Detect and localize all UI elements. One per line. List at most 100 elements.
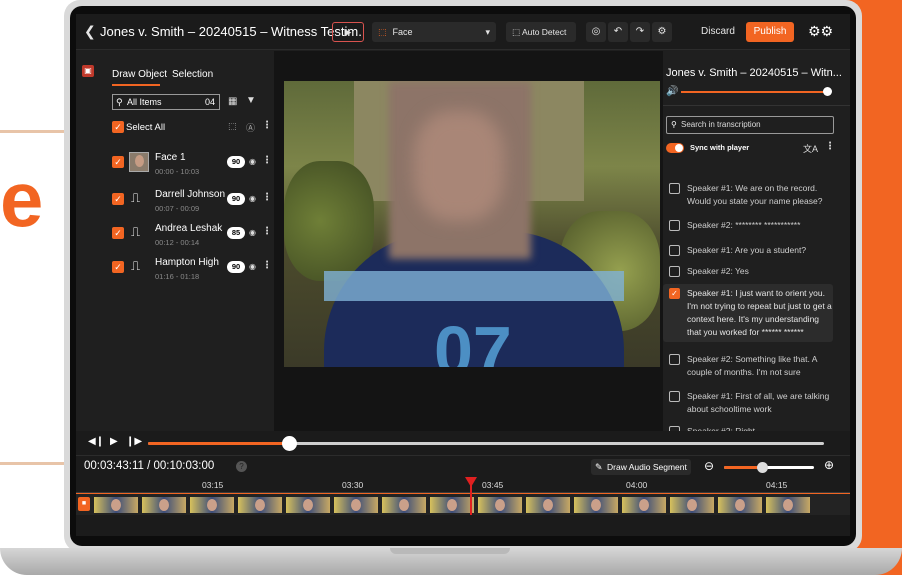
transcript-search-input[interactable]: ⚲ Search in transcription [666, 116, 834, 134]
eye-icon[interactable]: ◉ [249, 262, 256, 271]
film-frame [430, 497, 474, 513]
filter-icon[interactable]: ▼ [246, 95, 256, 106]
timeline-ruler[interactable]: 03:15 03:30 03:45 04:00 04:15 [76, 477, 850, 493]
eye-icon[interactable]: ◉ [249, 228, 256, 237]
step-forward-icon[interactable]: ❙▶ [126, 436, 142, 447]
grid-icon[interactable]: ▦ [228, 96, 237, 107]
tool-select[interactable]: ⬚ Face ▾ [372, 22, 496, 42]
segment-checkbox[interactable] [669, 245, 680, 256]
more-icon[interactable]: ⋮ [825, 141, 835, 152]
film-frame [526, 497, 570, 513]
gear-icon[interactable]: ⚙ [652, 22, 672, 42]
zoom-in-icon[interactable]: ⊕ [824, 458, 834, 472]
audio-wave-icon: ⎍ [131, 258, 141, 273]
film-frame [670, 497, 714, 513]
more-icon[interactable]: ⋮ [262, 192, 272, 203]
confidence-badge: 90 [227, 193, 245, 205]
auto-detect-button[interactable]: ⬚ Auto Detect [506, 22, 576, 42]
transcript-segment[interactable]: Speaker #2: ******** *********** [663, 219, 833, 232]
app-window: ❮ Jones v. Smith – 20240515 – Witness Te… [76, 14, 850, 536]
chevron-left-icon[interactable]: ❮ [84, 23, 96, 40]
face-scan-icon[interactable]: ⬚ [228, 121, 237, 132]
publish-button[interactable]: Publish [746, 22, 794, 42]
discard-button[interactable]: Discard [696, 22, 740, 42]
items-filter-label: All Items [127, 97, 162, 107]
volume-icon[interactable]: 🔊 [666, 86, 678, 97]
draw-audio-label: Draw Audio Segment [607, 462, 687, 472]
seek-handle[interactable] [281, 436, 297, 451]
film-frame [142, 497, 186, 513]
transcription-panel: Jones v. Smith – 20240515 – Witn... 🔊 ⚲ … [663, 51, 850, 437]
translate-icon[interactable]: 文A [803, 142, 818, 155]
select-all-checkbox[interactable]: ✓ [112, 121, 124, 133]
timecode: 00:03:43:11 / 00:10:03:00 [84, 460, 214, 472]
item-checkbox[interactable]: ✓ [112, 156, 124, 168]
sync-toggle[interactable] [666, 143, 684, 153]
transcript-segment[interactable]: Speaker #1: First of all, we are talking… [663, 390, 833, 416]
video-area: 07 [274, 51, 663, 431]
video-subject-stripe [324, 271, 624, 301]
zoom-out-icon[interactable]: ⊖ [704, 459, 714, 473]
transcript-segment[interactable]: Speaker #1: Are you a student? [663, 244, 833, 257]
confidence-badge: 85 [227, 227, 245, 239]
item-time: 01:16 - 01:18 [155, 272, 200, 281]
search-icon: ⚲ [671, 120, 677, 129]
step-back-icon[interactable]: ◀❙ [88, 436, 104, 447]
play-icon[interactable]: ▶ [110, 436, 118, 447]
select-tool-button[interactable]: ▶ [332, 22, 364, 42]
undo-icon[interactable]: ↶ [608, 22, 628, 42]
item-time: 00:12 - 00:14 [155, 238, 200, 247]
segment-checkbox[interactable] [669, 354, 680, 365]
more-icon[interactable]: ⋮ [262, 260, 272, 271]
segment-checkbox[interactable] [669, 391, 680, 402]
more-icon[interactable]: ⋮ [262, 226, 272, 237]
item-checkbox[interactable]: ✓ [112, 193, 124, 205]
transcript-segment[interactable]: Speaker #2: Yes [663, 265, 833, 278]
sync-label: Sync with player [690, 143, 750, 152]
film-frame [718, 497, 762, 513]
film-frame [238, 497, 282, 513]
face-thumbnail [129, 152, 149, 172]
segment-text: Speaker #2: Yes [687, 266, 749, 276]
face-detect-icon[interactable]: ▣ [82, 65, 94, 77]
bottom-bar [76, 515, 850, 536]
segment-checkbox[interactable] [669, 266, 680, 277]
redo-icon[interactable]: ↷ [630, 22, 650, 42]
timeline-tick: 03:30 [342, 480, 364, 490]
video-frame[interactable]: 07 [284, 81, 660, 367]
film-frame [334, 497, 378, 513]
draw-audio-segment-button[interactable]: ✎ Draw Audio Segment [591, 459, 691, 475]
tab-draw-object[interactable]: Draw Object [112, 69, 167, 86]
playhead[interactable] [470, 478, 472, 515]
segment-checkbox[interactable] [669, 220, 680, 231]
segment-text: Speaker #1: I just want to orient you. I… [687, 288, 832, 337]
segment-checkbox[interactable] [669, 183, 680, 194]
item-checkbox[interactable]: ✓ [112, 261, 124, 273]
time-row: 00:03:43:11 / 00:10:03:00 ? ✎ Draw Audio… [76, 455, 850, 477]
volume-slider[interactable] [681, 91, 827, 93]
settings-gears-icon[interactable]: ⚙⚙ [808, 23, 833, 40]
audio-icon[interactable]: Ⓐ [246, 121, 255, 134]
jersey-number: 07 [434, 312, 512, 367]
eye-icon[interactable]: ◉ [249, 157, 256, 166]
help-icon[interactable]: ? [236, 461, 247, 472]
segment-checkbox[interactable]: ✓ [669, 288, 680, 299]
volume-knob[interactable] [823, 87, 832, 96]
item-checkbox[interactable]: ✓ [112, 227, 124, 239]
transcript-segment[interactable]: ✓ Speaker #1: I just want to orient you. … [663, 284, 833, 342]
video-filmstrip[interactable] [76, 493, 850, 515]
transcript-segment[interactable]: Speaker #1: We are on the record. Would … [663, 182, 833, 208]
items-filter[interactable]: ⚲ All Items 04 [112, 94, 220, 110]
more-icon[interactable]: ⋮ [262, 120, 272, 131]
eye-icon[interactable]: ◉ [249, 194, 256, 203]
seek-progress [148, 442, 290, 445]
transcript-segment[interactable]: Speaker #2: Something like that. A coupl… [663, 353, 833, 379]
timeline-tick: 03:45 [482, 480, 504, 490]
auto-detect-label: Auto Detect [521, 27, 567, 37]
tab-selection[interactable]: Selection [172, 69, 213, 80]
more-icon[interactable]: ⋮ [262, 155, 272, 166]
video-track-icon[interactable]: ■ [78, 497, 90, 511]
search-icon: ⚲ [116, 97, 123, 107]
zoom-handle[interactable] [756, 462, 768, 473]
target-icon[interactable]: ◎ [586, 22, 606, 42]
